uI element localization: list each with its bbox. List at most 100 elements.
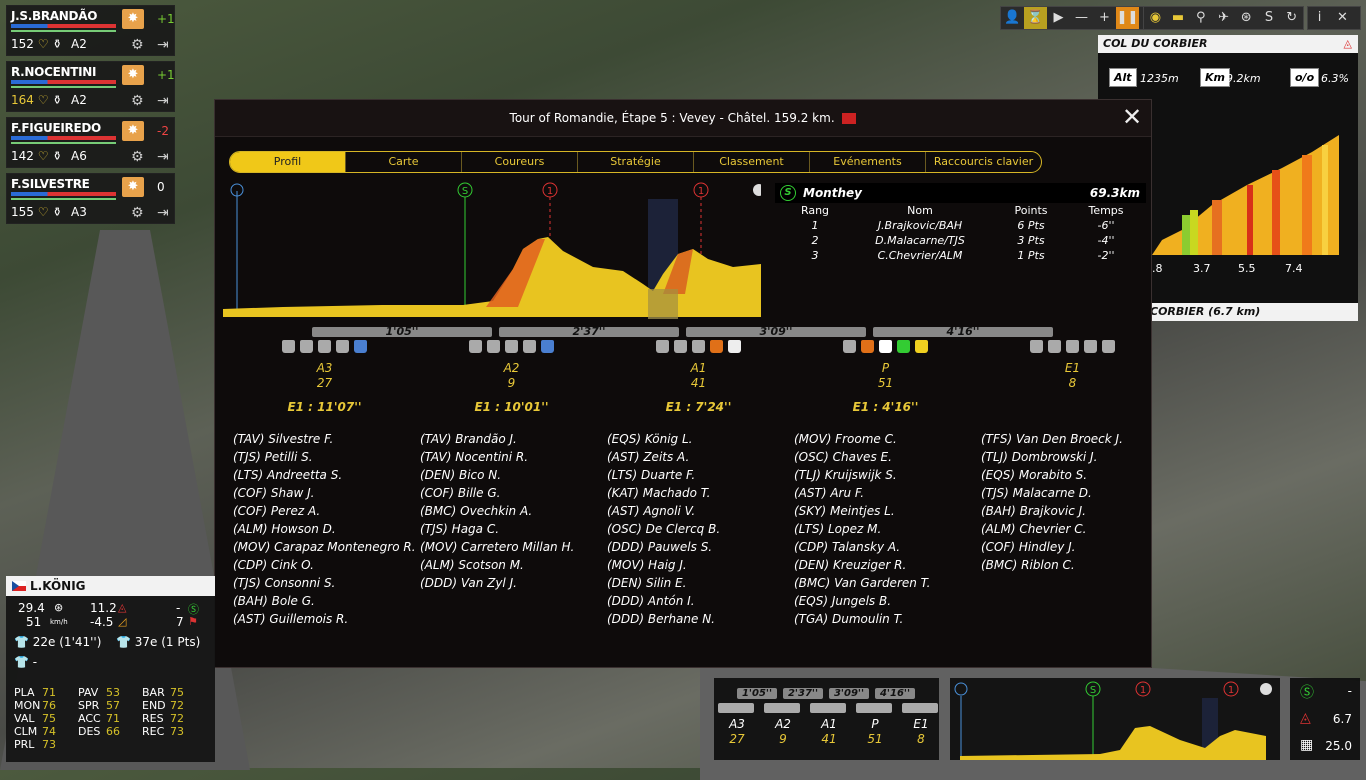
rider-entry[interactable]: (DDD) Antón I. bbox=[607, 592, 720, 610]
rider-entry[interactable]: (BMC) Van Garderen T. bbox=[794, 574, 930, 592]
rider-entry[interactable]: (AST) Agnoli V. bbox=[607, 502, 720, 520]
tab-evenements[interactable]: Evénements bbox=[810, 152, 926, 172]
rider-entry[interactable]: (LTS) Duarte F. bbox=[607, 466, 720, 484]
refresh-icon[interactable]: ↻ bbox=[1280, 7, 1303, 29]
rider-entry[interactable]: (ALM) Scotson M. bbox=[420, 556, 574, 574]
rider-entry[interactable]: (COF) Bille G. bbox=[420, 484, 574, 502]
rider-entry[interactable]: (DDD) Van Zyl J. bbox=[420, 574, 574, 592]
plus-icon[interactable]: + bbox=[1093, 7, 1116, 29]
jersey-icon bbox=[300, 340, 313, 353]
sprint-cell: C.Chevrier/ALM bbox=[877, 249, 963, 262]
person-icon[interactable]: 👤 bbox=[1001, 7, 1024, 29]
attack-icon[interactable]: ⇥ bbox=[157, 149, 169, 165]
rider-entry[interactable]: (TJS) Malacarne D. bbox=[981, 484, 1123, 502]
gear-icon[interactable]: ⚙ bbox=[131, 37, 144, 53]
group-time: E1 : 10'01'' bbox=[474, 400, 549, 414]
attack-icon[interactable]: ⇥ bbox=[157, 37, 169, 53]
rider-entry[interactable]: (TLJ) Kruijswijk S. bbox=[794, 466, 930, 484]
rider-entry[interactable]: (DEN) Silin E. bbox=[607, 574, 720, 592]
tab-raccourcis[interactable]: Raccourcis clavier bbox=[926, 152, 1041, 172]
rider-entry[interactable]: (COF) Perez A. bbox=[233, 502, 416, 520]
sprint-cell: 3 Pts bbox=[1017, 234, 1045, 247]
rider-entry[interactable]: (BMC) Ovechkin A. bbox=[420, 502, 574, 520]
tab-coureurs[interactable]: Coureurs bbox=[462, 152, 578, 172]
tab-profil[interactable]: Profil bbox=[230, 152, 346, 172]
rider-entry[interactable]: (DEN) Kreuziger R. bbox=[794, 556, 930, 574]
rider-entry[interactable]: (EQS) Morabito S. bbox=[981, 466, 1123, 484]
gear-icon[interactable]: ⚙ bbox=[131, 205, 144, 221]
play-icon[interactable]: ▶ bbox=[1047, 7, 1070, 29]
rider-entry[interactable]: (ALM) Chevrier C. bbox=[981, 520, 1123, 538]
rider-entry[interactable]: (TJS) Consonni S. bbox=[233, 574, 416, 592]
rider-action-icon[interactable]: ✸ bbox=[122, 9, 144, 29]
tab-classement[interactable]: Classement bbox=[694, 152, 810, 172]
rider-entry[interactable]: (TGA) Dumoulin T. bbox=[794, 610, 930, 628]
close-icon[interactable]: ✕ bbox=[1331, 7, 1354, 29]
group-block[interactable]: A3 27 E1 : 11'07'' bbox=[242, 340, 407, 414]
rider-card[interactable]: F.SILVESTRE 155 ♡ ⚱ A3 ✸ 0 ⚙ ⇥ bbox=[6, 173, 175, 224]
rider-entry[interactable]: (COF) Shaw J. bbox=[233, 484, 416, 502]
pause-icon[interactable]: ❚❚ bbox=[1116, 7, 1139, 29]
rider-entry[interactable]: (OSC) De Clercq B. bbox=[607, 520, 720, 538]
rider-entry[interactable]: (TLJ) Dombrowski J. bbox=[981, 448, 1123, 466]
sprint-icon[interactable]: S bbox=[1258, 7, 1281, 29]
rider-card[interactable]: R.NOCENTINI 164 ♡ ⚱ A2 ✸ +1 ⚙ ⇥ bbox=[6, 61, 175, 112]
gear-icon[interactable]: ⚙ bbox=[131, 149, 144, 165]
rider-entry[interactable]: (EQS) Jungels B. bbox=[794, 592, 930, 610]
rider-entry[interactable]: (SKY) Meintjes L. bbox=[794, 502, 930, 520]
tab-carte[interactable]: Carte bbox=[346, 152, 462, 172]
helicopter-icon[interactable]: ✈ bbox=[1212, 7, 1235, 29]
rider-entry[interactable]: (BAH) Brajkovic J. bbox=[981, 502, 1123, 520]
moto-icon[interactable]: ⚲ bbox=[1189, 7, 1212, 29]
rider-card[interactable]: J.S.BRANDÃO 152 ♡ ⚱ A2 ✸ +1 ⚙ ⇥ bbox=[6, 5, 175, 56]
attack-icon[interactable]: ⇥ bbox=[157, 93, 169, 109]
rider-entry[interactable]: (DEN) Bico N. bbox=[420, 466, 574, 484]
rider-entry[interactable]: (TAV) Nocentini R. bbox=[420, 448, 574, 466]
rider-entry[interactable]: (DDD) Berhane N. bbox=[607, 610, 720, 628]
rider-entry[interactable]: (MOV) Haig J. bbox=[607, 556, 720, 574]
rider-card[interactable]: F.FIGUEIREDO 142 ♡ ⚱ A6 ✸ -2 ⚙ ⇥ bbox=[6, 117, 175, 168]
rider-entry[interactable]: (TJS) Petilli S. bbox=[233, 448, 416, 466]
rider-entry[interactable]: (MOV) Froome C. bbox=[794, 430, 930, 448]
rider-entry[interactable]: (AST) Aru F. bbox=[794, 484, 930, 502]
rider-entry[interactable]: (CDP) Cink O. bbox=[233, 556, 416, 574]
rider-action-icon[interactable]: ✸ bbox=[122, 121, 144, 141]
info-icon[interactable]: i bbox=[1308, 7, 1331, 29]
rider-entry[interactable]: (DDD) Pauwels S. bbox=[607, 538, 720, 556]
rider-entry[interactable]: (OSC) Chaves E. bbox=[794, 448, 930, 466]
group-block[interactable]: A1 41 E1 : 7'24'' bbox=[616, 340, 781, 414]
group-block[interactable]: A2 9 E1 : 10'01'' bbox=[429, 340, 594, 414]
car-icon[interactable]: ▬ bbox=[1167, 7, 1190, 29]
gear-icon[interactable]: ⚙ bbox=[131, 93, 144, 109]
eye-icon[interactable]: ◉ bbox=[1144, 7, 1167, 29]
rider-entry[interactable]: (LTS) Lopez M. bbox=[794, 520, 930, 538]
rider-entry[interactable]: (AST) Guillemois R. bbox=[233, 610, 416, 628]
rider-entry[interactable]: (MOV) Carretero Millan H. bbox=[420, 538, 574, 556]
rider-action-icon[interactable]: ✸ bbox=[122, 177, 144, 197]
rider-entry[interactable]: (COF) Hindley J. bbox=[981, 538, 1123, 556]
tab-strategie[interactable]: Stratégie bbox=[578, 152, 694, 172]
rider-entry[interactable]: (KAT) Machado T. bbox=[607, 484, 720, 502]
minus-icon[interactable]: — bbox=[1070, 7, 1093, 29]
rider-entry[interactable]: (LTS) Andreetta S. bbox=[233, 466, 416, 484]
rider-entry[interactable]: (AST) Zeits A. bbox=[607, 448, 720, 466]
rider-entry[interactable]: (MOV) Carapaz Montenegro R. bbox=[233, 538, 416, 556]
rider-entry[interactable]: (TAV) Silvestre F. bbox=[233, 430, 416, 448]
rider-entry[interactable]: (BMC) Riblon C. bbox=[981, 556, 1123, 574]
group-block[interactable]: E1 8 bbox=[990, 340, 1155, 400]
group-block[interactable]: P 51 E1 : 4'16'' bbox=[803, 340, 968, 414]
pct-value: 6.3% bbox=[1321, 72, 1349, 85]
sprint-header: Rang bbox=[800, 204, 830, 217]
rider-entry[interactable]: (EQS) König L. bbox=[607, 430, 720, 448]
rider-action-icon[interactable]: ✸ bbox=[122, 65, 144, 85]
rider-entry[interactable]: (TAV) Brandão J. bbox=[420, 430, 574, 448]
wheel-icon[interactable]: ⊛ bbox=[1235, 7, 1258, 29]
close-button[interactable]: ✕ bbox=[1120, 105, 1144, 130]
hourglass-icon[interactable]: ⌛ bbox=[1024, 7, 1047, 29]
attack-icon[interactable]: ⇥ bbox=[157, 205, 169, 221]
rider-entry[interactable]: (TFS) Van Den Broeck J. bbox=[981, 430, 1123, 448]
rider-entry[interactable]: (ALM) Howson D. bbox=[233, 520, 416, 538]
rider-entry[interactable]: (BAH) Bole G. bbox=[233, 592, 416, 610]
rider-entry[interactable]: (CDP) Talansky A. bbox=[794, 538, 930, 556]
rider-entry[interactable]: (TJS) Haga C. bbox=[420, 520, 574, 538]
